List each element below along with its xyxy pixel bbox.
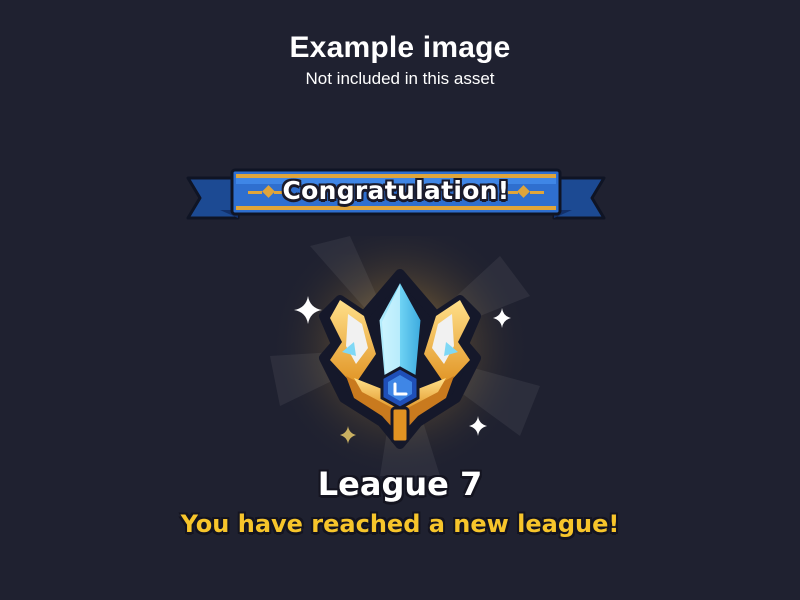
example-watermark: Example image Not included in this asset — [0, 30, 800, 90]
banner-label: Congratulation! — [282, 176, 510, 205]
watermark-title: Example image — [289, 31, 511, 64]
league-message: You have reached a new league! — [180, 510, 620, 538]
reward-screen: Example image Not included in this asset… — [0, 0, 800, 600]
watermark-subtitle: Not included in this asset — [305, 69, 495, 88]
congratulation-banner: Congratulation! — [186, 166, 606, 228]
league-badge — [250, 218, 550, 478]
sparkle-icon — [294, 296, 511, 444]
league-title: League 7 — [317, 465, 483, 503]
